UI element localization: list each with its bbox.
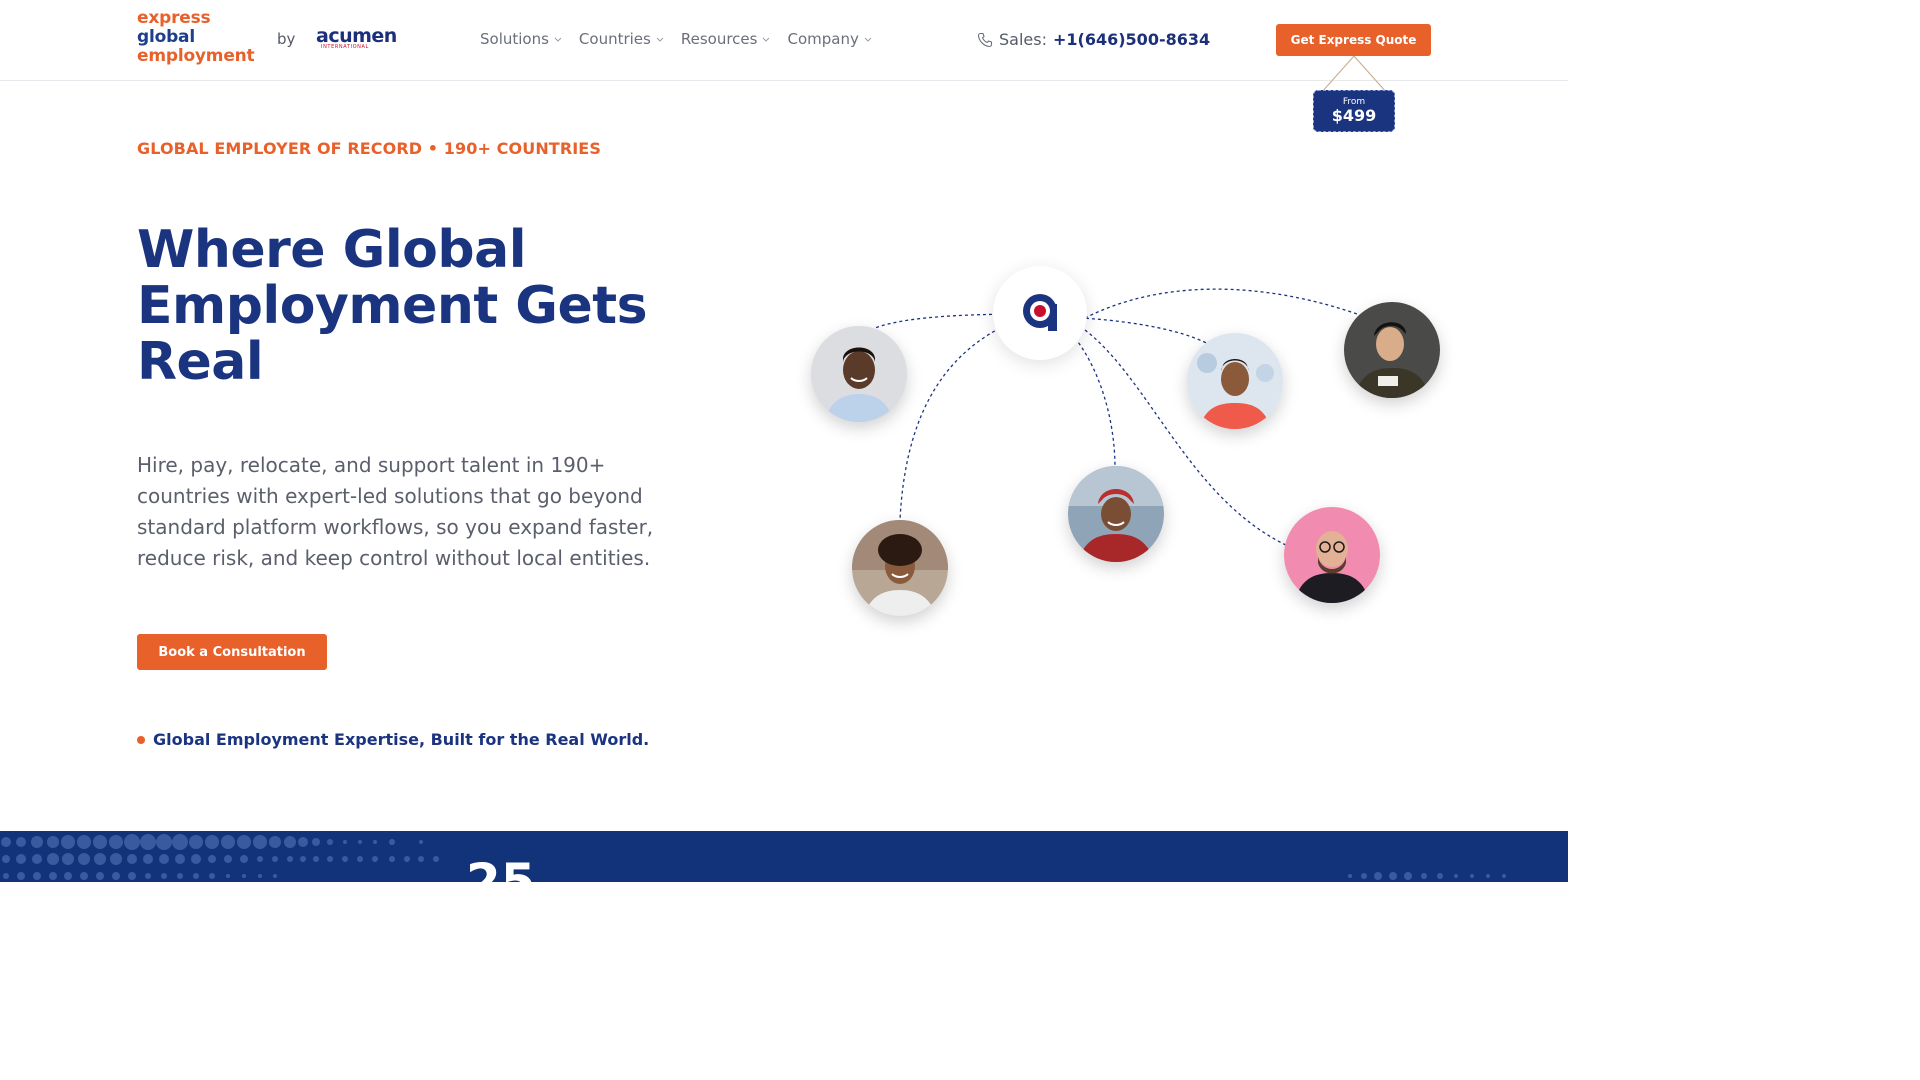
nav-solutions[interactable]: Solutions: [480, 30, 563, 48]
logo-line-3: employment: [137, 46, 255, 66]
chevron-down-icon: [864, 37, 872, 42]
nav-resources[interactable]: Resources: [681, 30, 772, 48]
hero-tagline: Global Employment Expertise, Built for t…: [137, 730, 649, 749]
acumen-hub-logo: [993, 266, 1087, 360]
logo-line-2: global: [137, 27, 195, 47]
nav-resources-label: Resources: [680, 30, 758, 48]
bullet-dot: [137, 735, 145, 744]
tagline-text: Global Employment Expertise, Built for t…: [153, 730, 650, 749]
price-tag-badge: From $499: [1313, 90, 1395, 132]
nav-countries-label: Countries: [578, 30, 651, 48]
talent-avatar: [1344, 302, 1440, 398]
talent-avatar: [1187, 333, 1283, 429]
talent-avatar: [811, 326, 907, 422]
express-global-employment-logo[interactable]: express global employment: [137, 8, 255, 66]
sales-label: Sales:: [999, 30, 1047, 49]
by-label: by: [277, 30, 296, 48]
nav-solutions-label: Solutions: [480, 30, 549, 48]
sales-phone-link[interactable]: +1(646)500-8634: [1053, 30, 1210, 49]
sales-contact: Sales: +1(646)500-8634: [977, 30, 1210, 49]
main-nav: Solutions Countries Resources Company: [480, 30, 873, 48]
talent-network-illustration: [780, 250, 1480, 650]
talent-avatar: [1068, 466, 1164, 562]
dot-pattern-left: [1, 834, 439, 880]
hero-description: Hire, pay, relocate, and support talent …: [137, 453, 654, 570]
nav-company-label: Company: [787, 30, 859, 48]
acumen-logo[interactable]: acumen INTERNATIONAL: [316, 25, 397, 51]
price-tag-string: [1320, 55, 1388, 94]
nav-countries[interactable]: Countries: [579, 30, 665, 48]
chevron-down-icon: [763, 37, 770, 42]
hero-title: Where Global Employment Gets Real: [137, 220, 648, 392]
nav-company[interactable]: Company: [787, 30, 872, 48]
talent-avatar: [1284, 507, 1380, 603]
get-express-quote-button[interactable]: Get Express Quote: [1276, 24, 1431, 56]
logo-line-1: express: [137, 8, 211, 28]
stat-number: 25: [466, 853, 536, 882]
phone-icon: [977, 32, 993, 47]
talent-avatar: [852, 520, 948, 616]
price-amount: $499: [1331, 106, 1377, 125]
chevron-down-icon: [656, 37, 664, 42]
chevron-down-icon: [554, 37, 562, 42]
acumen-wordmark: acumen: [316, 25, 397, 47]
hero-eyebrow: GLOBAL EMPLOYER OF RECORD • 190+ COUNTRI…: [137, 139, 601, 158]
stats-band: 25: [0, 831, 1568, 882]
acumen-a-icon: [1023, 294, 1057, 331]
book-consultation-button[interactable]: Book a Consultation: [137, 634, 327, 670]
dot-pattern-right: [1348, 872, 1506, 880]
